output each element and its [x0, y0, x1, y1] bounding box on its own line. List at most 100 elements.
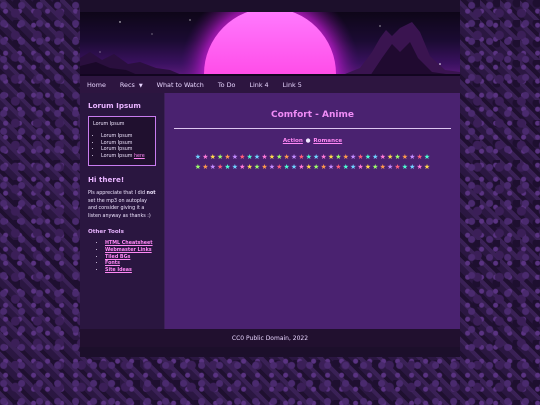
- tool-link-site-ideas[interactable]: Site Ideas: [105, 268, 132, 273]
- other-tools: Other Tools HTML Cheatsheet Webmaster Li…: [88, 229, 156, 273]
- star-icon: ★: [246, 153, 253, 161]
- list-item: Webmaster Links: [105, 248, 156, 253]
- star-icon: ★: [357, 153, 364, 161]
- star-row: ★ ★ ★ ★ ★ ★ ★ ★ ★ ★ ★ ★ ★ ★ ★ ★ ★ ★ ★ ★ ★ ★ ★ ★ ★ ★ ★ ★ ★ ★ ★ ★: [173, 163, 452, 172]
- star-icon: ★: [364, 153, 372, 161]
- star-icon: ★: [416, 153, 423, 161]
- box-title: Lorum Ipsum: [93, 122, 125, 127]
- star-icon: ★: [364, 163, 372, 171]
- nav-label: Home: [87, 80, 106, 89]
- star-icon: ★: [335, 153, 342, 161]
- star-icon: ★: [401, 163, 409, 171]
- star-icon: ★: [372, 163, 379, 171]
- star-icon: ★: [253, 163, 261, 171]
- footer: CC0 Public Domain, 2022: [80, 329, 460, 347]
- header-banner: [80, 12, 460, 76]
- tool-link-tiled-bgs[interactable]: Tiled BGs: [105, 255, 130, 260]
- star-icon: ★: [209, 153, 216, 161]
- star-icon: ★: [202, 163, 209, 171]
- hi-title: Hi there!: [88, 175, 125, 185]
- nav-item-link-5[interactable]: Link 5: [283, 81, 302, 89]
- star-icon: ★: [231, 153, 239, 161]
- nav-label: Link 4: [249, 80, 269, 89]
- page-title: Comfort - Anime: [271, 110, 354, 120]
- star-icon: ★: [283, 163, 290, 171]
- nav-item-link-4[interactable]: Link 4: [249, 81, 268, 89]
- star-row: ★ ★ ★ ★ ★ ★ ★ ★ ★ ★ ★ ★ ★ ★ ★ ★ ★ ★ ★ ★ ★ ★ ★ ★ ★ ★ ★ ★ ★ ★ ★ ★: [173, 153, 452, 162]
- nav-bar: Home Recs ▼ What to Watch To Do Link 4 Li…: [80, 76, 460, 93]
- star-icon: ★: [261, 163, 268, 171]
- tag-romance-link[interactable]: Romance: [313, 138, 342, 144]
- star-icon: ★: [372, 153, 379, 161]
- tool-link-fonts[interactable]: Fonts: [105, 261, 120, 266]
- star-icon: ★: [409, 153, 416, 161]
- nav-label: What to Watch: [156, 80, 204, 89]
- nav-label: Link 5: [282, 80, 302, 89]
- star-icon: ★: [298, 153, 305, 161]
- tool-link-webmaster-links[interactable]: Webmaster Links: [105, 248, 152, 253]
- box-list: Lorum Ipsum Lorum Ipsum Lorum Ipsum Loru…: [93, 134, 151, 159]
- list-item: Lorum Ipsum: [101, 141, 151, 146]
- content-panel: Comfort - Anime Action ● Romance ★ ★ ★ ★ ★ ★ ★…: [165, 93, 460, 329]
- sidebar-box: Lorum Ipsum Lorum Ipsum Lorum Ipsum Loru…: [88, 116, 156, 167]
- nav-item-recs[interactable]: Recs ▼: [120, 81, 143, 89]
- tag-action-link[interactable]: Action: [283, 138, 303, 144]
- star-icon: ★: [268, 153, 275, 161]
- tools-list: HTML Cheatsheet Webmaster Links Tiled BG…: [88, 241, 156, 273]
- star-icon: ★: [261, 153, 268, 161]
- star-icon: ★: [246, 163, 253, 171]
- star-icon: ★: [327, 163, 335, 171]
- star-icon: ★: [342, 153, 349, 161]
- star-icon: ★: [394, 153, 401, 161]
- hi-text-part: set the mp3 on autoplay and consider giv…: [88, 198, 151, 219]
- star-icon: ★: [416, 163, 423, 171]
- page-wrapper: Home Recs ▼ What to Watch To Do Link 4 Li…: [80, 0, 460, 405]
- star-icon: ★: [342, 163, 349, 171]
- star-icon: ★: [216, 153, 224, 161]
- hi-text-bold: not: [146, 191, 156, 197]
- nav-item-to-do[interactable]: To Do: [218, 81, 236, 89]
- star-icon: ★: [320, 153, 327, 161]
- star-icon: ★: [239, 153, 246, 161]
- sidebar-title: Lorum Ipsum: [88, 101, 141, 110]
- star-icon: ★: [394, 163, 401, 171]
- star-icon: ★: [401, 153, 409, 161]
- hi-text: Pls appreciate that I did not set the mp…: [88, 190, 156, 220]
- star-icon: ★: [379, 153, 386, 161]
- synthwave-sun-image: [80, 12, 460, 76]
- star-icon: ★: [335, 163, 342, 171]
- list-item: Tiled BGs: [105, 255, 156, 260]
- star-icon: ★: [231, 163, 239, 171]
- footer-text: CC0 Public Domain, 2022: [231, 334, 309, 342]
- star-icon: ★: [320, 163, 327, 171]
- chevron-down-icon: ▼: [138, 82, 143, 89]
- nav-item-what-to-watch[interactable]: What to Watch: [157, 81, 204, 89]
- nav-label: Recs: [119, 80, 135, 89]
- star-icon: ★: [409, 163, 416, 171]
- star-icon: ★: [386, 163, 394, 171]
- star-icon: ★: [305, 153, 312, 161]
- star-icon: ★: [350, 153, 357, 161]
- star-icon: ★: [357, 163, 364, 171]
- main-area: Lorum Ipsum Lorum Ipsum Lorum Ipsum Loru…: [80, 93, 460, 329]
- star-icon: ★: [313, 163, 320, 171]
- tool-link-html-cheatsheet[interactable]: HTML Cheatsheet: [105, 241, 153, 246]
- star-icon: ★: [386, 153, 394, 161]
- star-icon: ★: [423, 163, 431, 171]
- nav-label: To Do: [217, 80, 236, 89]
- star-icon: ★: [253, 153, 261, 161]
- star-icon: ★: [268, 163, 275, 171]
- star-icon: ★: [202, 153, 209, 161]
- list-item: HTML Cheatsheet: [105, 241, 156, 246]
- star-icon: ★: [423, 153, 431, 161]
- star-icon: ★: [283, 153, 290, 161]
- nav-item-home[interactable]: Home: [87, 81, 106, 89]
- here-link[interactable]: here: [134, 154, 145, 159]
- list-item: Lorum Ipsum: [101, 147, 151, 152]
- star-icon: ★: [239, 163, 246, 171]
- star-icon: ★: [224, 163, 231, 171]
- tag-links: Action ● Romance: [173, 138, 452, 144]
- star-icon: ★: [290, 163, 298, 171]
- star-icon: ★: [327, 153, 335, 161]
- star-icon: ★: [290, 153, 298, 161]
